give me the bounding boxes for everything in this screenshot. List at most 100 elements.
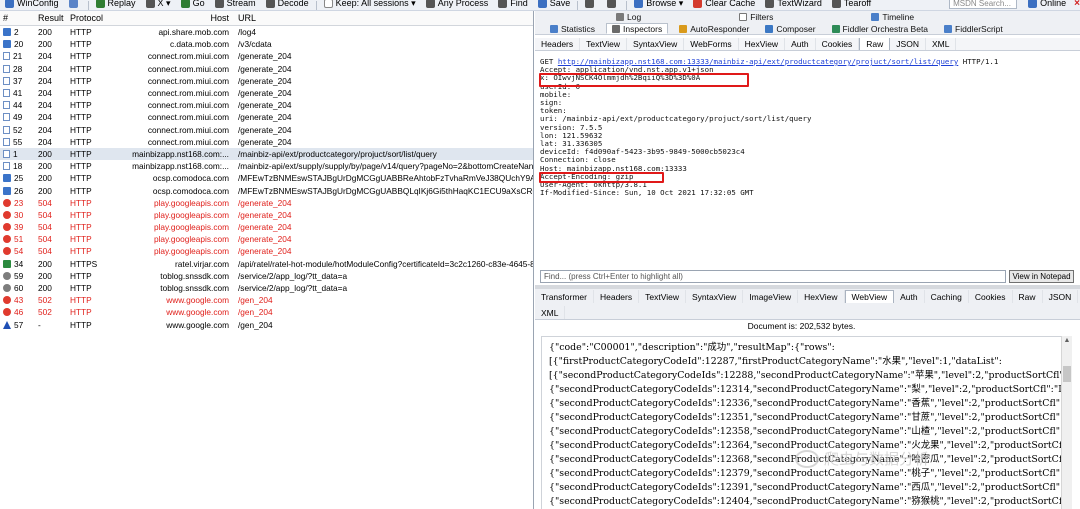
tab-xml[interactable]: XML	[535, 306, 566, 319]
toolbar-item[interactable]: X ▾	[141, 0, 176, 9]
tab-inspectors[interactable]: Inspectors	[606, 23, 669, 34]
session-row[interactable]: 49 204 HTTP connect.rom.miui.com/generate_2…	[0, 111, 533, 123]
toolbar-item[interactable]: WinConfig	[0, 0, 64, 9]
webview-scrollbar[interactable]: ▲	[1061, 336, 1072, 509]
tab-log[interactable]: Log	[611, 11, 646, 22]
session-row[interactable]: 26 200 HTTP ocsp.comodoca.com/MFEwTzBNMEswS…	[0, 184, 533, 196]
session-row[interactable]: 37 204 HTTP connect.rom.miui.com/generate_2…	[0, 75, 533, 87]
tab-textview[interactable]: TextView	[580, 38, 627, 50]
col-id-header[interactable]: #	[0, 13, 33, 23]
tab-xml[interactable]: XML	[926, 38, 957, 50]
tab-webview[interactable]: WebView	[844, 290, 895, 303]
tab-caching[interactable]: Caching	[925, 290, 969, 303]
session-row[interactable]: 41 204 HTTP connect.rom.miui.com/generate_2…	[0, 87, 533, 99]
session-protocol: HTTP	[70, 319, 92, 330]
col-result-header[interactable]: Result	[33, 13, 66, 23]
tab-cookies[interactable]: Cookies	[816, 38, 860, 50]
col-protocol-header[interactable]: Protocol	[66, 13, 106, 23]
session-row[interactable]: 46 502 HTTP www.google.com/gen_204	[0, 306, 533, 318]
tab-hexview[interactable]: HexView	[739, 38, 786, 50]
session-url: /generate_204	[238, 209, 292, 220]
toolbar-item[interactable]: Keep: All sessions ▾	[319, 0, 421, 9]
keep-icon	[323, 0, 333, 8]
session-result: 200	[38, 258, 52, 269]
session-row[interactable]: 21 204 HTTP connect.rom.miui.com/generate_2…	[0, 50, 533, 62]
session-row[interactable]: 1 200 HTTP mainbizapp.nst168.com:... /mainbi…	[0, 147, 533, 161]
session-row[interactable]: 34 200 HTTPS ratel.virjar.com/api/ratel/rat…	[0, 258, 533, 270]
tab-cookies[interactable]: Cookies	[969, 290, 1013, 303]
toolbar-item[interactable]: Go	[176, 0, 210, 9]
tab-composer[interactable]: Composer	[760, 23, 820, 34]
toolbar-item-label: Any Process	[437, 0, 489, 8]
session-protocol: HTTP	[70, 27, 92, 38]
session-row[interactable]: 28 204 HTTP connect.rom.miui.com/generate_2…	[0, 63, 533, 75]
session-row[interactable]: 59 200 HTTP toblog.snssdk.com/service/2/app…	[0, 270, 533, 282]
tab-fiddler-orchestra-beta[interactable]: Fiddler Orchestra Beta	[827, 23, 934, 34]
session-row[interactable]: 23 504 HTTP play.googleapis.com/generate_20…	[0, 197, 533, 209]
tab-hexview[interactable]: HexView	[798, 290, 845, 303]
session-row[interactable]: 55 204 HTTP connect.rom.miui.com/generate_2…	[0, 136, 533, 148]
session-row[interactable]: 52 204 HTTP connect.rom.miui.com/generate_2…	[0, 124, 533, 136]
tab-syntaxview[interactable]: SyntaxView	[686, 290, 744, 303]
session-result: 502	[38, 295, 52, 306]
tab-autoresponder[interactable]: AutoResponder	[674, 23, 754, 34]
toolbar-item[interactable]: Find	[493, 0, 533, 9]
session-row[interactable]: 57 - HTTP www.google.com/gen_204	[0, 319, 533, 331]
tab-raw[interactable]: Raw	[1013, 290, 1043, 303]
toolbar-item[interactable]: Clear Cache	[688, 0, 760, 9]
session-row[interactable]: 2 200 HTTP api.share.mob.com/log4	[0, 26, 533, 38]
find-input[interactable]: Find... (press Ctrl+Enter to highlight a…	[540, 269, 1006, 283]
response-webview[interactable]: {"code":"C00001","description":"成功","res…	[541, 336, 1061, 509]
tab-filters[interactable]: Filters	[734, 11, 778, 22]
tab-auth[interactable]: Auth	[894, 290, 925, 303]
tab-statistics[interactable]: Statistics	[545, 23, 600, 34]
toolbar-item[interactable]: TextWizard	[760, 0, 827, 9]
toolbar-item[interactable]: Tearoff	[827, 0, 876, 9]
tab-json[interactable]: JSON	[1043, 290, 1079, 303]
tab-transformer[interactable]: Transformer	[535, 290, 594, 303]
toolbar-item[interactable]	[580, 0, 602, 9]
scroll-thumb[interactable]	[1063, 366, 1071, 382]
session-id: 60	[14, 283, 24, 294]
col-host-header[interactable]: Host	[106, 13, 233, 23]
toolbar-item[interactable]	[64, 0, 86, 9]
tab-timeline[interactable]: Timeline	[866, 11, 919, 22]
col-url-header[interactable]: URL	[233, 13, 533, 23]
tab-auth[interactable]: Auth	[785, 38, 816, 50]
session-row[interactable]: 54 504 HTTP play.googleapis.com/generate_20…	[0, 245, 533, 257]
request-raw-view[interactable]: GET http://mainbizapp.nst168.com:13333/m…	[540, 58, 1077, 266]
toolbar-item[interactable]: Stream	[210, 0, 261, 9]
session-row[interactable]: 30 504 HTTP play.googleapis.com/generate_20…	[0, 209, 533, 221]
toolbar-item[interactable]: Save	[533, 0, 576, 9]
close-icon[interactable]: ×	[1074, 0, 1080, 9]
view-in-notepad-button[interactable]: View in Notepad	[1009, 269, 1074, 283]
session-row[interactable]: 51 504 HTTP play.googleapis.com/generate_20…	[0, 233, 533, 245]
session-row[interactable]: 39 504 HTTP play.googleapis.com/generate_20…	[0, 221, 533, 233]
scroll-up-icon[interactable]: ▲	[1062, 336, 1072, 346]
tab-webforms[interactable]: WebForms	[684, 38, 739, 50]
toolbar-item[interactable]: Replay	[91, 0, 141, 9]
msdn-search-input[interactable]: MSDN Search...	[949, 0, 1018, 9]
session-host: play.googleapis.com	[153, 222, 229, 233]
tab-json[interactable]: JSON	[890, 38, 926, 50]
tab-headers[interactable]: Headers	[594, 290, 640, 303]
session-row[interactable]: 60 200 HTTP toblog.snssdk.com/service/2/app…	[0, 282, 533, 294]
session-row[interactable]: 44 204 HTTP connect.rom.miui.com/generate_2…	[0, 99, 533, 111]
toolbar-item[interactable]: Any Process	[421, 0, 494, 9]
toolbar-item[interactable]: Browse ▾	[629, 0, 688, 9]
target-icon	[425, 0, 435, 8]
tab-headers[interactable]: Headers	[535, 38, 581, 50]
session-row[interactable]: 18 200 HTTP mainbizapp.nst168.com:... /mainb…	[0, 160, 533, 172]
toolbar-item[interactable]	[602, 0, 624, 9]
tab-syntaxview[interactable]: SyntaxView	[627, 38, 685, 50]
tab-fiddlerscript[interactable]: FiddlerScript	[939, 23, 1008, 34]
session-row[interactable]: 43 502 HTTP www.google.com/gen_204	[0, 294, 533, 306]
tab-imageview[interactable]: ImageView	[743, 290, 799, 303]
session-protocol: HTTP	[70, 51, 92, 62]
session-row[interactable]: 25 200 HTTP ocsp.comodoca.com/MFEwTzBNMEswS…	[0, 172, 533, 184]
tab-raw[interactable]: Raw	[859, 38, 891, 50]
tab-label: Inspectors	[623, 23, 663, 34]
session-row[interactable]: 20 200 HTTP c.data.mob.com/v3/cdata	[0, 38, 533, 50]
tab-textview[interactable]: TextView	[639, 290, 686, 303]
toolbar-item[interactable]: Decode	[261, 0, 314, 9]
